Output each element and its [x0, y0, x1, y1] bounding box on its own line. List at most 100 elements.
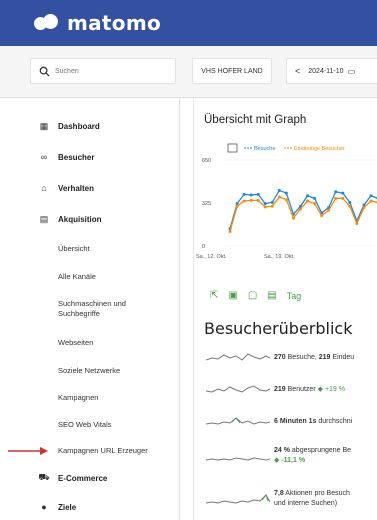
data-point	[249, 193, 253, 197]
sidebar-item-dashboard[interactable]: ▦ Dashboard	[30, 112, 100, 140]
sidebar-item-besucher[interactable]: ∞ Besucher	[30, 143, 95, 171]
metric-value: 219	[318, 354, 331, 361]
subitem-seo-web-vitals[interactable]: SEO Web Vitals	[58, 420, 173, 430]
data-point	[313, 202, 317, 206]
legend-label: Eindeutige Besucher	[294, 146, 345, 152]
data-point	[306, 194, 310, 198]
sidebar-item-label: Verhalten	[58, 183, 95, 193]
metric-label: durchschni	[316, 418, 353, 425]
period-icon[interactable]: ▤	[267, 290, 276, 301]
data-point	[369, 194, 373, 198]
subitem-kampagnen[interactable]: Kampagnen	[58, 393, 173, 403]
data-point	[249, 198, 253, 202]
metric-label: Besuche,	[285, 354, 319, 361]
data-point	[277, 188, 281, 192]
data-point	[348, 204, 352, 208]
data-point	[313, 196, 317, 200]
overview-row: 6 Minuten 1s durchschni	[206, 410, 352, 434]
overview-row: 24 % abgesprungene Be ◆ -11,1 %	[206, 441, 351, 471]
data-point	[355, 222, 359, 226]
annotation-arrow-icon	[8, 447, 48, 455]
sparkline-icon	[206, 457, 270, 461]
annotation-icon[interactable]: ▢	[248, 290, 257, 301]
date-selector[interactable]: < 2024-11-10 ▭	[286, 58, 377, 84]
sparkline-icon	[206, 385, 270, 393]
subitem-soziale-netzwerke[interactable]: Soziele Netzwerke	[58, 366, 173, 376]
data-point	[277, 195, 281, 199]
main-content: Übersicht mit Graph Besuche Eindeutige Be…	[193, 98, 377, 520]
data-point	[284, 191, 288, 195]
data-point	[306, 199, 310, 203]
image-icon[interactable]: ▣	[228, 290, 237, 301]
metric-value: 24 %	[274, 447, 290, 454]
overview-row: 219 Benutzer ◆ +19 %	[206, 378, 345, 402]
metric-value: 7,8	[274, 490, 284, 497]
data-point	[270, 204, 274, 208]
overview-row: 270 Besuche, 219 Eindeu	[206, 346, 354, 370]
data-point	[291, 216, 295, 220]
x-tick-label: Sa., 12. Okt.	[196, 254, 227, 260]
data-point	[341, 191, 345, 195]
chart-actions: ⇱ ▣ ▢ ▤ Tag	[210, 290, 301, 301]
data-point	[334, 190, 338, 194]
data-point	[242, 192, 246, 196]
sidebar-item-label: Besucher	[58, 152, 95, 162]
sidebar-item-verhalten[interactable]: ⌂ Verhalten	[30, 174, 94, 202]
subitem-alle-kanaele[interactable]: Alle Kanäle	[58, 272, 173, 282]
subitem-uebersicht[interactable]: Übersicht	[58, 244, 173, 254]
top-bar: matomo	[0, 0, 377, 46]
ecommerce-icon: ⛟	[38, 472, 50, 482]
data-point	[235, 204, 239, 208]
subitem-webseiten[interactable]: Webseiten	[58, 338, 173, 348]
dashboard-icon: ▦	[39, 120, 49, 131]
goals-icon: ●	[41, 502, 47, 512]
visitors-icon: ∞	[40, 152, 48, 162]
metric-label: Aktionen pro Besuch	[283, 490, 350, 497]
data-point	[298, 207, 302, 211]
calendar-icon: ▭	[347, 66, 356, 76]
data-point	[369, 199, 373, 203]
subitem-kampagnen-url-erzeuger[interactable]: Kampagnen URL Erzeuger	[58, 446, 173, 456]
export-icon[interactable]: ⇱	[210, 290, 218, 301]
site-selector[interactable]: VHS HOFER LAND	[192, 58, 272, 84]
data-point	[320, 214, 324, 218]
change-up-icon: ◆	[317, 386, 325, 393]
prev-period-button[interactable]: <	[295, 66, 300, 76]
data-point	[242, 199, 246, 203]
sidebar-item-ecommerce[interactable]: ⛟ E-Commerce	[30, 464, 107, 492]
sidebar: ▦ Dashboard ∞ Besucher ⌂ Verhalten ▤ Akq…	[30, 98, 180, 520]
legend-toggle-icon	[227, 143, 238, 153]
sidebar-item-label: Dashboard	[58, 121, 100, 131]
toolbar: VHS HOFER LAND < 2024-11-10 ▭	[0, 46, 377, 98]
overview-title: Besucherüberblick	[204, 319, 353, 338]
matomo-logo-icon[interactable]	[34, 13, 60, 33]
sidebar-item-ziele[interactable]: ● Ziele	[30, 493, 76, 520]
metric-change: -11,1 %	[281, 457, 306, 464]
logo-text[interactable]: matomo	[67, 11, 161, 35]
sidebar-item-label: Akquisition	[58, 214, 102, 224]
data-point	[263, 202, 267, 206]
sparkline-icon	[206, 493, 270, 504]
data-point	[348, 200, 352, 204]
search-icon	[39, 66, 50, 77]
search-input[interactable]	[55, 67, 155, 75]
data-point	[341, 196, 345, 200]
sparkline-icon	[206, 353, 270, 361]
period-label[interactable]: Tag	[287, 291, 302, 301]
sidebar-item-akquisition[interactable]: ▤ Akquisition	[30, 205, 102, 233]
graph-title: Übersicht mit Graph	[204, 114, 307, 126]
date-label: 2024-11-10	[308, 67, 344, 75]
metric-label: abgesprungene Be	[289, 447, 352, 454]
y-tick-label: 650	[202, 158, 211, 164]
y-tick-label: 0	[202, 244, 205, 250]
data-point	[256, 192, 260, 196]
data-point	[284, 198, 288, 202]
data-point	[256, 198, 260, 202]
overview-row: 7,8 Aktionen pro Besuch und interne Suche…	[206, 484, 350, 514]
metric-label: Eindeu	[330, 354, 355, 361]
search-box[interactable]	[30, 58, 176, 84]
behaviour-icon: ⌂	[41, 183, 47, 193]
subitem-suchmaschinen[interactable]: Suchmaschinen und Suchbegriffe	[58, 299, 146, 319]
x-tick-label: Sa., 19. Okt.	[264, 254, 295, 260]
data-point	[263, 205, 267, 209]
